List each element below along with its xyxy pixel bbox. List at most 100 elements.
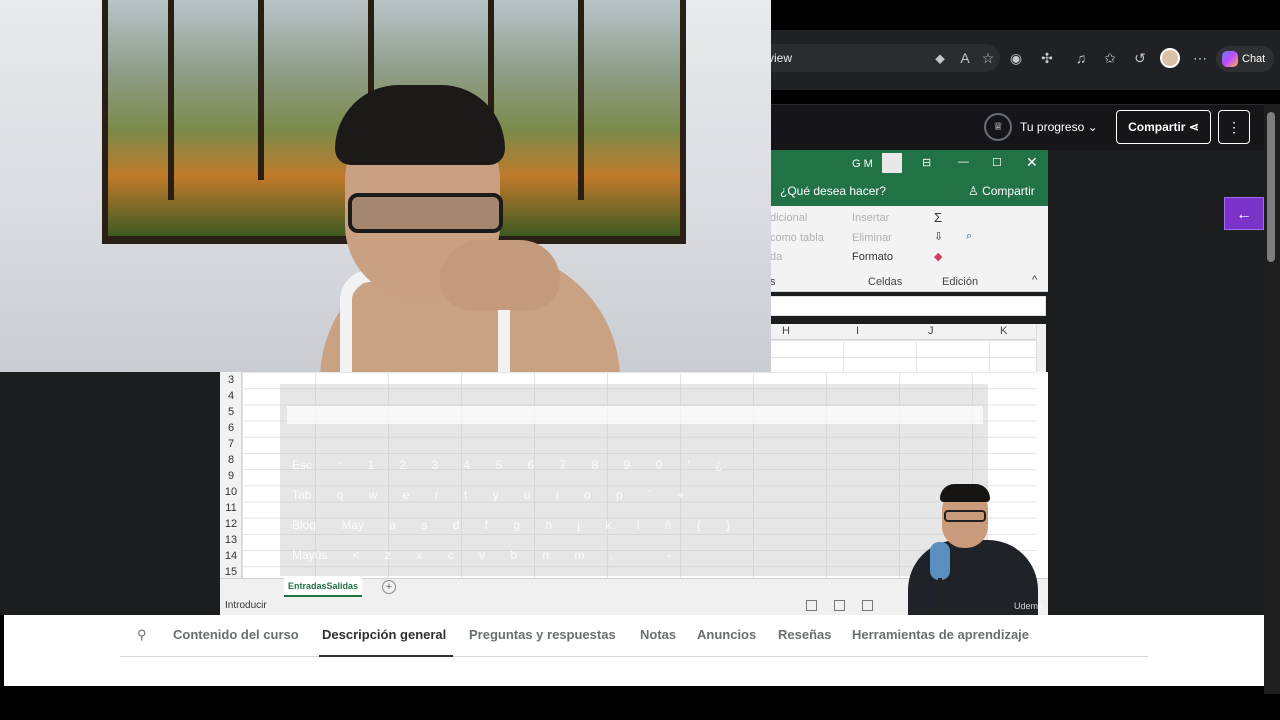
keyboard-row[interactable]: Bloq May a s d f g h j k l ñ { } xyxy=(292,518,730,532)
share-button[interactable]: Compartir ⋖ xyxy=(1116,110,1211,144)
clear-icon[interactable]: ◆ xyxy=(934,250,942,263)
tree xyxy=(578,0,584,200)
microphone-stand xyxy=(938,578,942,615)
media-icon[interactable]: ♫ xyxy=(1071,48,1091,68)
user-initials: G M xyxy=(852,158,873,170)
page-layout-icon[interactable] xyxy=(834,600,845,611)
row-header[interactable]: 4 xyxy=(220,390,242,402)
cell-styles-button[interactable]: da xyxy=(770,251,782,263)
normal-view-icon[interactable] xyxy=(806,600,817,611)
row-header[interactable]: 10 xyxy=(220,486,242,498)
minimize-icon[interactable]: — xyxy=(958,156,969,168)
column-header[interactable]: J xyxy=(928,325,934,337)
share-label: Compartir xyxy=(1128,120,1186,134)
more-options-button[interactable]: ⋮ xyxy=(1218,110,1250,144)
user-avatar-icon[interactable] xyxy=(882,153,902,173)
autosum-icon[interactable]: Σ xyxy=(934,210,942,225)
cell-grid[interactable] xyxy=(770,340,1036,374)
person-icon: ♙ xyxy=(968,184,983,198)
collapse-ribbon-icon[interactable]: ^ xyxy=(1032,274,1037,286)
column-header[interactable]: K xyxy=(1000,325,1007,337)
find-icon[interactable]: ⌕ xyxy=(966,230,972,243)
tab-announcements[interactable]: Anuncios xyxy=(697,627,756,642)
tabs-divider xyxy=(120,656,1148,657)
row-header[interactable]: 12 xyxy=(220,518,242,530)
tab-learning-tools[interactable]: Herramientas de aprendizaje xyxy=(852,627,1029,642)
keyboard-input-field[interactable] xyxy=(287,406,983,424)
format-as-table-button[interactable]: como tabla xyxy=(770,232,824,244)
row-header[interactable]: 5 xyxy=(220,406,242,418)
fill-icon[interactable]: ⇩ xyxy=(934,230,943,243)
tab-reviews[interactable]: Reseñas xyxy=(778,627,831,642)
star-icon[interactable]: ☆ xyxy=(978,48,998,68)
row-headers: 3 4 5 6 7 8 9 10 11 12 13 14 15 xyxy=(220,372,242,578)
profile-avatar[interactable] xyxy=(1160,48,1180,68)
excel-titlebar: G M ⊟ — ☐ ✕ xyxy=(770,150,1048,180)
puzzle-icon[interactable]: ✣ xyxy=(1037,48,1057,68)
webcam-overlay xyxy=(0,0,771,372)
column-header[interactable]: H xyxy=(782,325,790,337)
row-header[interactable]: 13 xyxy=(220,534,242,546)
keyboard-row[interactable]: Esc ° 1 2 3 4 5 6 7 8 9 0 ' ¿ xyxy=(292,458,723,472)
tell-me-input[interactable]: ¿Qué desea hacer? xyxy=(780,180,886,202)
format-button[interactable]: Formato xyxy=(852,251,893,263)
person-hand xyxy=(440,240,560,310)
excel-share-button[interactable]: ♙ Compartir xyxy=(968,180,1035,202)
chat-button[interactable]: Chat xyxy=(1216,46,1274,72)
chat-logo-icon xyxy=(1222,51,1238,67)
watermark-logo: Udemy xyxy=(1014,601,1043,611)
keyboard-row[interactable]: Mayús < z x c v b n m , . - xyxy=(292,548,671,562)
row-header[interactable]: 11 xyxy=(220,502,242,514)
cells-group-label: Celdas xyxy=(868,276,903,288)
row-header[interactable]: 14 xyxy=(220,550,242,562)
keyboard-row[interactable]: Tab q w e r t y u i o p ´ + xyxy=(292,488,684,502)
tree xyxy=(258,0,264,180)
column-headers: H I J K xyxy=(770,324,1036,340)
tab-course-content[interactable]: Contenido del curso xyxy=(173,627,299,642)
person-glasses xyxy=(348,193,503,233)
read-aloud-icon[interactable]: A xyxy=(955,48,975,68)
tree xyxy=(168,0,174,200)
arrow-left-icon[interactable]: ← xyxy=(1224,197,1264,230)
instructor-glasses xyxy=(944,510,986,522)
progress-button[interactable]: ♕ Tu progreso ⌄ xyxy=(984,112,1098,142)
sheet-tab[interactable]: EntradasSalidas xyxy=(284,578,362,597)
share-icon: ⋖ xyxy=(1188,120,1199,134)
progress-label: Tu progreso xyxy=(1020,120,1085,134)
page-scrollbar-thumb[interactable] xyxy=(1267,112,1275,262)
microphone xyxy=(930,542,950,580)
more-menu-icon[interactable]: ⋯ xyxy=(1190,48,1210,68)
row-header[interactable]: 9 xyxy=(220,470,242,482)
page-break-icon[interactable] xyxy=(862,600,873,611)
tab-qa[interactable]: Preguntas y respuestas xyxy=(469,627,616,642)
row-header[interactable]: 3 xyxy=(220,374,242,386)
formula-bar[interactable] xyxy=(770,296,1046,316)
add-sheet-icon[interactable]: + xyxy=(382,580,396,594)
ribbon: dicional como tabla da s Insertar Elimin… xyxy=(770,206,1048,292)
row-header[interactable]: 6 xyxy=(220,422,242,434)
trophy-icon: ♕ xyxy=(984,113,1012,141)
search-icon[interactable]: ⚲ xyxy=(137,627,153,643)
column-header[interactable]: I xyxy=(856,325,859,337)
row-header[interactable]: 7 xyxy=(220,438,242,450)
screen: view ⬥ A ☆ ◉ ✣ ♫ ✩ ↺ ⋯ Chat ♕ Tu progres… xyxy=(0,0,1280,720)
insert-button[interactable]: Insertar xyxy=(852,212,889,224)
excel-share-label: Compartir xyxy=(982,184,1035,198)
maximize-icon[interactable]: ☐ xyxy=(992,156,1002,169)
history-icon[interactable]: ↺ xyxy=(1130,48,1150,68)
tab-overview[interactable]: Descripción general xyxy=(322,627,446,642)
status-mode: Introducir xyxy=(225,600,267,611)
close-icon[interactable]: ✕ xyxy=(1026,154,1038,171)
row-header[interactable]: 15 xyxy=(220,566,242,578)
favorites-icon[interactable]: ✩ xyxy=(1100,48,1120,68)
row-header[interactable]: 8 xyxy=(220,454,242,466)
tag-icon[interactable]: ⬥ xyxy=(930,48,950,68)
editing-group-label: Edición xyxy=(942,276,979,288)
tab-notes[interactable]: Notas xyxy=(640,627,676,642)
course-tabs-bar xyxy=(4,615,1264,686)
tell-me-bar: ¿Qué desea hacer? ♙ Compartir xyxy=(770,180,1048,206)
ribbon-display-icon[interactable]: ⊟ xyxy=(922,156,931,169)
delete-button[interactable]: Eliminar xyxy=(852,232,892,244)
conditional-format-button[interactable]: dicional xyxy=(770,212,807,224)
extension-icon[interactable]: ◉ xyxy=(1006,48,1026,68)
